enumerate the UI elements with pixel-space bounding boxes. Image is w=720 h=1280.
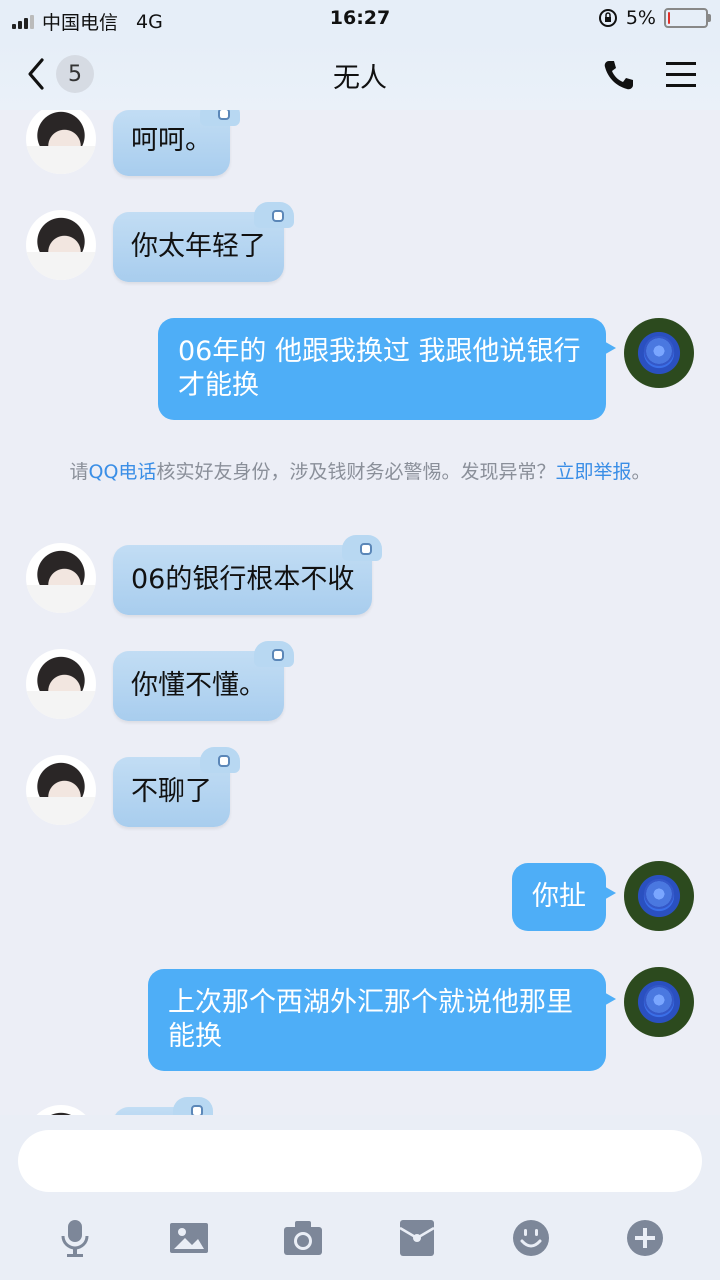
notice-text: 。	[631, 461, 651, 483]
incoming-message-bubble[interactable]: 06的银行根本不收	[113, 535, 383, 615]
bubble-decoration	[342, 535, 383, 561]
menu-icon[interactable]	[664, 60, 698, 90]
image-icon[interactable]	[169, 1218, 209, 1258]
outgoing-message-bubble[interactable]: 你扯	[512, 863, 616, 931]
message-text: 呵呵。	[131, 125, 212, 156]
incoming-message-bubble[interactable]: 不聊了	[113, 747, 240, 827]
nav-bar: 5 无人	[0, 38, 720, 110]
message-text: 你懂不懂。	[131, 670, 266, 701]
incoming-message-bubble[interactable]	[113, 1097, 213, 1115]
incoming-message-bubble[interactable]: 呵呵。	[113, 110, 240, 176]
message-text: 不聊了	[131, 776, 212, 807]
battery-icon	[664, 8, 711, 28]
incoming-message-bubble[interactable]: 你太年轻了	[113, 202, 294, 282]
message-input[interactable]	[18, 1130, 702, 1192]
incoming-message-bubble[interactable]: 你懂不懂。	[113, 641, 294, 721]
contact-avatar[interactable]	[26, 1105, 96, 1115]
contact-avatar[interactable]	[26, 649, 96, 719]
microphone-icon[interactable]	[55, 1218, 95, 1258]
plus-icon[interactable]	[625, 1218, 665, 1258]
bubble-decoration	[173, 1097, 213, 1115]
my-avatar[interactable]	[624, 318, 694, 388]
message-text: 你太年轻了	[131, 231, 266, 262]
notice-text: 核实好友身份，涉及钱财务必警惕。发现异常？	[156, 461, 556, 483]
rotation-lock-icon	[598, 9, 617, 27]
notice-text: 请	[69, 461, 89, 483]
message-list[interactable]: 呵呵。 你太年轻了 06年的 他跟我换过 我跟他说银行才能换 请QQ电话核实好友…	[0, 110, 720, 1115]
bubble-decoration	[254, 202, 294, 228]
qq-call-link[interactable]: QQ电话	[89, 461, 157, 483]
phone-call-icon[interactable]	[602, 58, 636, 92]
contact-avatar[interactable]	[26, 755, 96, 825]
battery-percent: 5%	[625, 7, 656, 29]
my-avatar[interactable]	[624, 967, 694, 1037]
emoji-icon[interactable]	[511, 1218, 551, 1258]
outgoing-message-bubble[interactable]: 上次那个西湖外汇那个就说他那里能换	[148, 969, 616, 1071]
contact-avatar[interactable]	[26, 210, 96, 280]
contact-avatar[interactable]	[26, 543, 96, 613]
security-notice: 请QQ电话核实好友身份，涉及钱财务必警惕。发现异常？立即举报。	[60, 458, 660, 487]
my-avatar[interactable]	[624, 861, 694, 931]
input-toolbar	[0, 1218, 720, 1258]
message-text: 06的银行根本不收	[131, 564, 355, 595]
red-packet-icon[interactable]	[397, 1218, 437, 1258]
message-text: 你扯	[532, 881, 586, 912]
report-link[interactable]: 立即举报	[555, 461, 631, 483]
bubble-decoration	[200, 110, 240, 126]
contact-avatar[interactable]	[26, 110, 96, 174]
input-bar	[0, 1115, 720, 1280]
bubble-decoration	[200, 747, 240, 773]
outgoing-message-bubble[interactable]: 06年的 他跟我换过 我跟他说银行才能换	[158, 318, 616, 420]
camera-icon[interactable]	[283, 1218, 323, 1258]
bubble-decoration	[254, 641, 294, 667]
status-bar: 中国电信 4G 16:27 5%	[0, 0, 720, 38]
message-text: 上次那个西湖外汇那个就说他那里能换	[168, 987, 573, 1052]
message-text: 06年的 他跟我换过 我跟他说银行才能换	[178, 336, 581, 401]
